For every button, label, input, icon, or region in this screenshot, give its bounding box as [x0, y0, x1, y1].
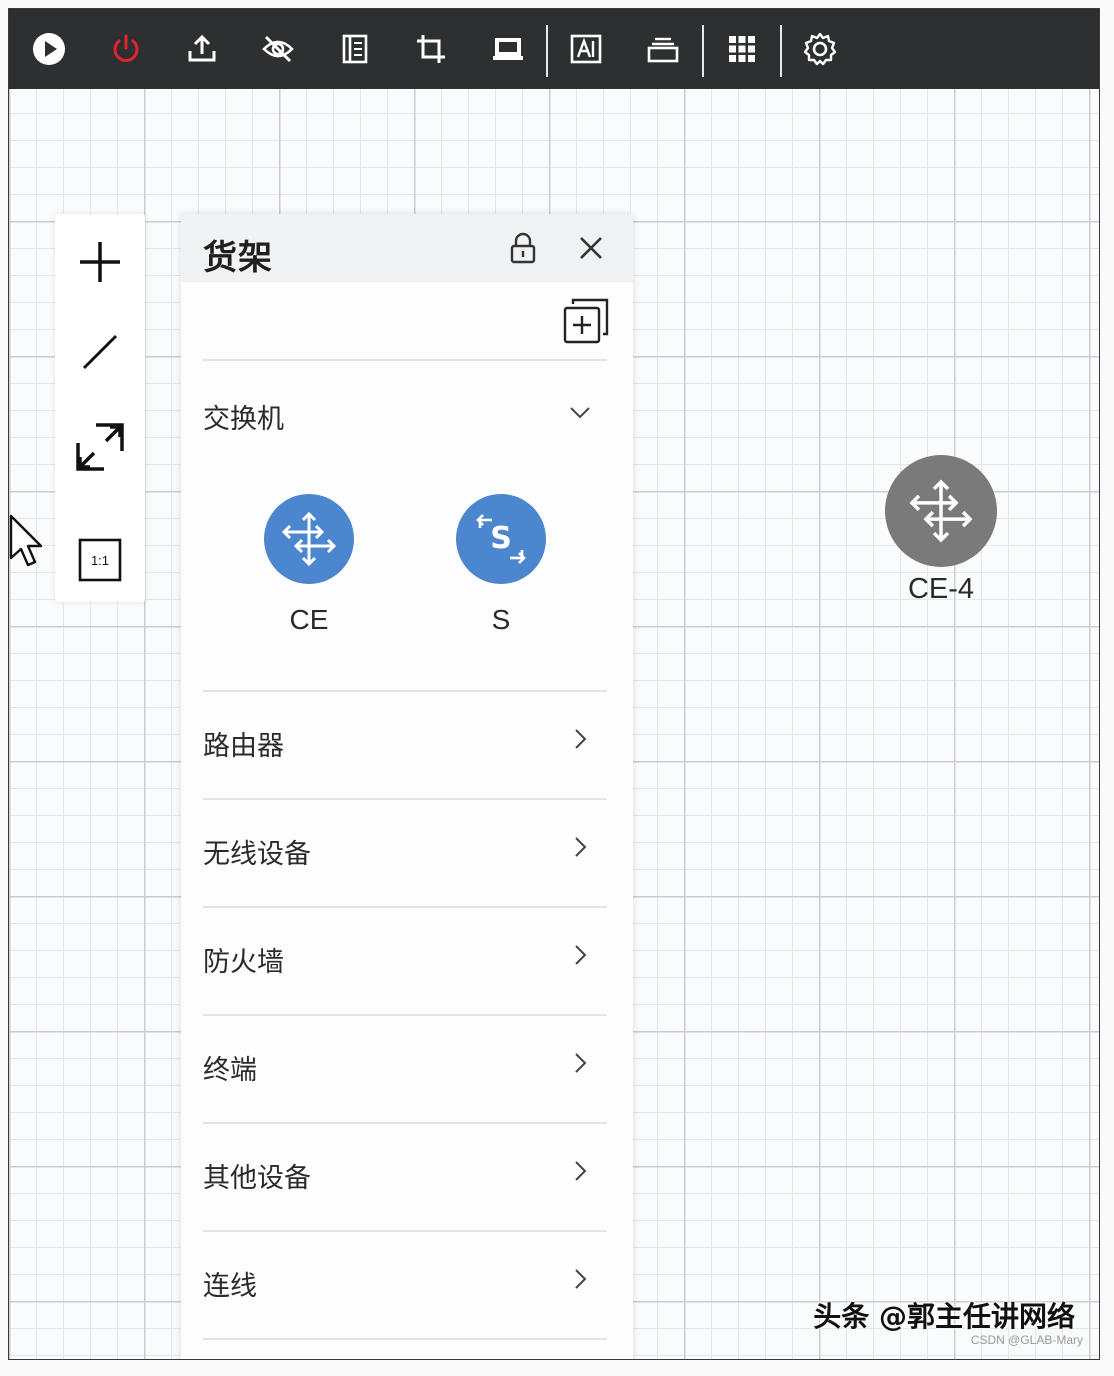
- chevron-right-icon: [565, 940, 595, 970]
- add-icon[interactable]: [72, 234, 128, 290]
- power-icon[interactable]: [106, 29, 146, 69]
- chevron-right-icon: [565, 1048, 595, 1078]
- watermark: 头条 @郭主任讲网络: [813, 1300, 1075, 1333]
- zoom-reset-button[interactable]: 1:1: [72, 532, 128, 588]
- start-icon[interactable]: [29, 29, 69, 69]
- settings-gear-icon[interactable]: [800, 29, 840, 69]
- chevron-right-icon: [565, 832, 595, 862]
- canvas-device-node[interactable]: CE-4: [885, 455, 997, 615]
- mouse-cursor-icon: [9, 514, 43, 567]
- switch-s-icon: S: [456, 494, 546, 584]
- svg-text:S: S: [490, 521, 512, 556]
- category-label: 无线设备: [203, 839, 311, 870]
- crop-icon[interactable]: [411, 29, 451, 69]
- category-terminal[interactable]: 终端: [181, 1030, 633, 1100]
- layer-icon[interactable]: [643, 29, 683, 69]
- category-label: 连线: [203, 1271, 257, 1302]
- category-firewall[interactable]: 防火墙: [181, 922, 633, 992]
- category-label: 防火墙: [203, 947, 284, 978]
- device-s[interactable]: S S: [441, 494, 561, 664]
- upload-icon[interactable]: [182, 29, 222, 69]
- chevron-down-icon: [565, 397, 595, 427]
- category-other-devices[interactable]: 其他设备: [181, 1138, 633, 1208]
- add-device-group-icon[interactable]: [561, 296, 611, 346]
- chevron-right-icon: [565, 1156, 595, 1186]
- topology-canvas[interactable]: 1:1 货架 交换机 CE S S 路由器 无线设备 防火墙 终端 其他设备 连…: [8, 8, 1100, 1360]
- hide-icon[interactable]: [258, 29, 298, 69]
- watermark-sub: CSDN @GLAB-Mary: [970, 1333, 1083, 1347]
- category-label: 终端: [203, 1055, 257, 1086]
- device-label: S: [491, 604, 511, 635]
- category-switch[interactable]: 交换机: [181, 379, 633, 449]
- category-label: 交换机: [203, 404, 284, 435]
- shelf-title: 货架: [203, 238, 273, 278]
- canvas-tools-panel: 1:1: [55, 214, 145, 602]
- close-icon[interactable]: [571, 228, 611, 268]
- device-ce[interactable]: CE: [249, 494, 369, 664]
- category-router[interactable]: 路由器: [181, 706, 633, 776]
- category-label: 路由器: [203, 731, 284, 762]
- grid-icon[interactable]: [722, 29, 762, 69]
- switch-arrows-icon: [885, 455, 997, 567]
- category-links[interactable]: 连线: [181, 1246, 633, 1316]
- chevron-right-icon: [565, 1264, 595, 1294]
- node-label: CE-4: [907, 573, 975, 605]
- device-shelf-panel: 货架 交换机 CE S S 路由器 无线设备 防火墙 终端 其他设备 连线: [181, 214, 633, 1359]
- text-icon[interactable]: [566, 29, 606, 69]
- device-label: CE: [289, 604, 329, 635]
- chevron-right-icon: [565, 724, 595, 754]
- laptop-icon[interactable]: [488, 29, 528, 69]
- main-toolbar: [9, 9, 1099, 89]
- notes-icon[interactable]: [335, 29, 375, 69]
- category-label: 其他设备: [203, 1163, 311, 1194]
- line-tool-icon[interactable]: [72, 324, 128, 380]
- fullscreen-icon[interactable]: [72, 419, 128, 475]
- zoom-reset-label: 1:1: [91, 553, 109, 568]
- switch-arrows-icon: [264, 494, 354, 584]
- shelf-header: 货架: [181, 214, 633, 282]
- lock-icon[interactable]: [503, 228, 543, 268]
- category-wireless[interactable]: 无线设备: [181, 814, 633, 884]
